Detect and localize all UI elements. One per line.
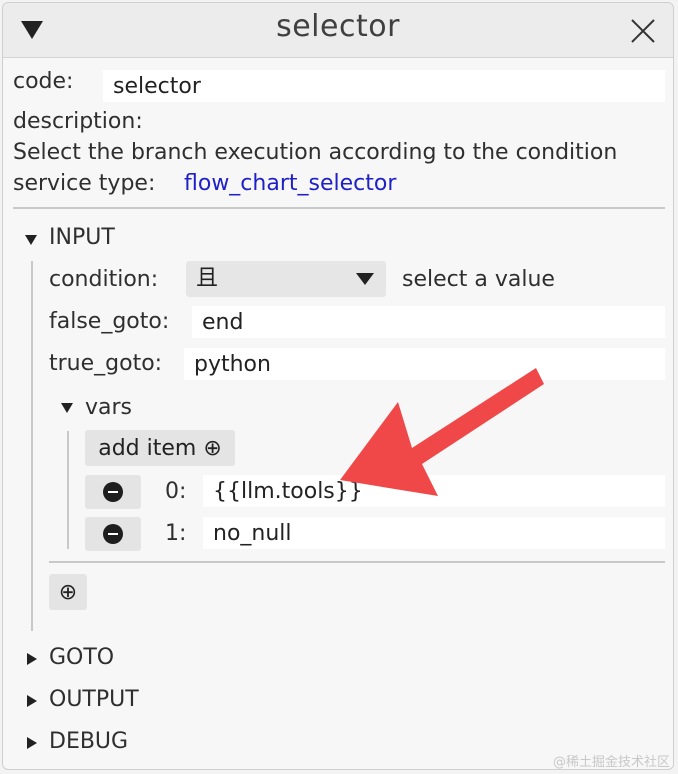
remove-item-1-button[interactable] xyxy=(85,517,141,551)
condition-hint: select a value xyxy=(402,267,555,292)
description-label: description: xyxy=(13,109,143,134)
item-1-index: 1: xyxy=(165,521,187,546)
vars-tree-line xyxy=(67,431,69,549)
title-bar: selector xyxy=(3,3,673,58)
condition-select-value: 且 xyxy=(196,266,219,291)
item-0-index: 0: xyxy=(165,479,187,504)
close-button[interactable] xyxy=(627,15,659,47)
close-icon xyxy=(631,19,655,43)
service-type-label: service type: xyxy=(13,171,156,196)
output-section-toggle[interactable]: OUTPUT xyxy=(23,687,183,717)
triangle-down-icon xyxy=(25,235,37,245)
input-section-label: INPUT xyxy=(49,225,115,250)
service-type-link[interactable]: flow_chart_selector xyxy=(184,171,396,196)
true-goto-label: true_goto: xyxy=(49,351,163,376)
watermark: @稀土掘金技术社区 xyxy=(552,755,670,770)
false-goto-field[interactable]: end xyxy=(192,306,665,338)
code-label: code: xyxy=(13,69,74,94)
header-divider xyxy=(13,207,665,209)
vars-toggle[interactable]: vars xyxy=(59,395,169,425)
code-field[interactable]: selector xyxy=(103,70,665,102)
item-1-field[interactable]: no_null xyxy=(203,517,665,549)
chevron-down-icon xyxy=(356,273,374,285)
condition-label: condition: xyxy=(49,267,159,292)
triangle-right-icon xyxy=(27,653,37,665)
triangle-right-icon xyxy=(27,695,37,707)
minus-circle-icon xyxy=(103,524,123,544)
add-field-button[interactable]: ⊕ xyxy=(49,574,87,610)
window-title: selector xyxy=(276,9,400,44)
false-goto-label: false_goto: xyxy=(49,309,170,334)
debug-section-toggle[interactable]: DEBUG xyxy=(23,729,183,759)
red-arrow-annotation xyxy=(340,368,544,496)
description-text: Select the branch execution according to… xyxy=(13,140,618,165)
triangle-down-icon xyxy=(61,403,73,413)
triangle-right-icon xyxy=(27,737,37,749)
vars-label: vars xyxy=(85,395,133,420)
vars-divider xyxy=(49,561,665,563)
condition-select[interactable]: 且 xyxy=(186,261,386,297)
goto-section-label: GOTO xyxy=(49,645,115,670)
debug-section-label: DEBUG xyxy=(49,729,129,754)
output-section-label: OUTPUT xyxy=(49,687,139,712)
minus-circle-icon xyxy=(103,482,123,502)
input-section-toggle[interactable]: INPUT xyxy=(23,225,183,255)
remove-item-0-button[interactable] xyxy=(85,475,141,509)
input-tree-line xyxy=(31,261,33,631)
add-item-button[interactable]: add item ⊕ xyxy=(85,430,235,466)
goto-section-toggle[interactable]: GOTO xyxy=(23,645,183,675)
